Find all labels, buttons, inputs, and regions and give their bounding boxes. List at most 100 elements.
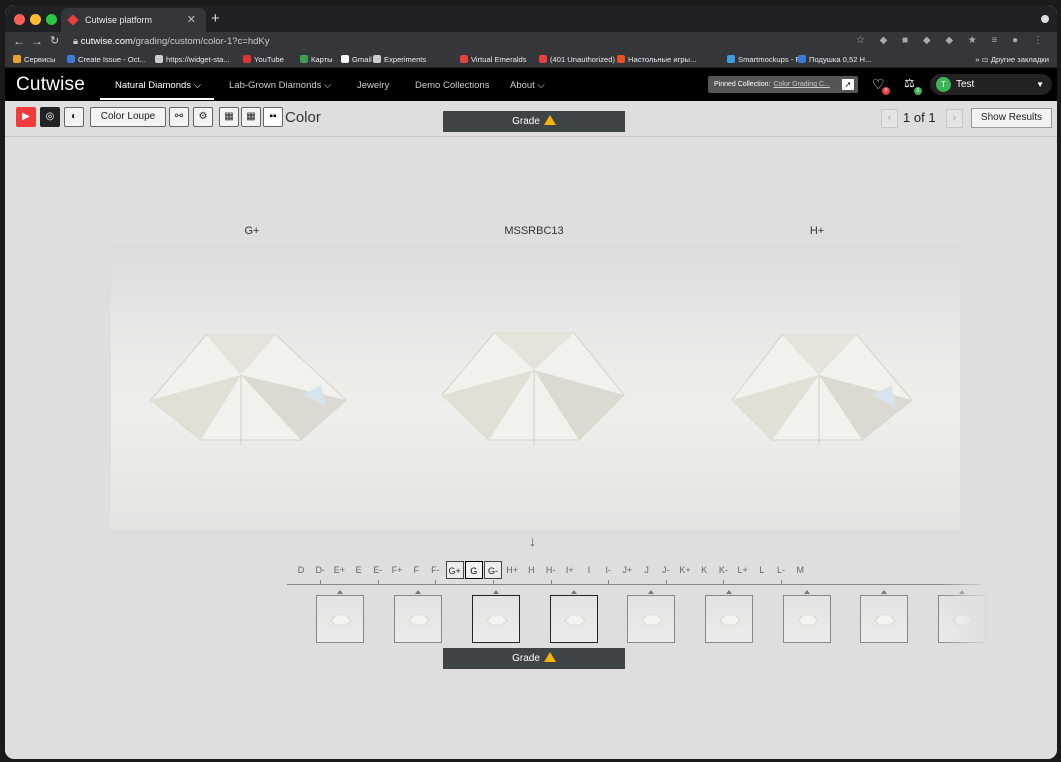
grade-option[interactable]: F	[407, 561, 425, 579]
nav-lab-grown-diamonds[interactable]: Lab-Grown Diamonds ⌵	[229, 80, 331, 91]
grade-option[interactable]: I-	[599, 561, 617, 579]
pin-icon[interactable]: ➚	[842, 79, 854, 90]
url-field[interactable]: 🔒︎ cutwise.com/grading/custom/color-1?c=…	[73, 36, 269, 47]
extension-icons[interactable]: ☆ ◆ ■ ◆ ◆ ★ ≡ ● ⋮	[856, 35, 1049, 46]
scale-fade	[940, 560, 990, 650]
grade-option[interactable]: F+	[388, 561, 406, 579]
grade-option[interactable]: F-	[426, 561, 444, 579]
bookmark-item[interactable]: Experiments	[373, 55, 426, 64]
reference-thumbnail[interactable]	[783, 595, 831, 643]
bookmark-item[interactable]: Gmail	[341, 55, 372, 64]
grade-option[interactable]: I	[580, 561, 598, 579]
grade-option[interactable]: J	[638, 561, 656, 579]
reference-thumbnail[interactable]	[472, 595, 520, 643]
nav-natural-diamonds[interactable]: Natural Diamonds ⌵	[115, 80, 201, 91]
bookmark-item[interactable]: (401 Unauthorized)	[539, 55, 615, 64]
grid-medium-button[interactable]: ▦	[241, 107, 261, 127]
grade-option[interactable]: J-	[657, 561, 675, 579]
thumbnail-marker	[571, 590, 577, 594]
user-menu[interactable]: T Test ▼	[930, 74, 1052, 95]
show-results-button[interactable]: Show Results	[971, 108, 1052, 128]
grid-small-button[interactable]: ▦	[219, 107, 239, 127]
grade-option[interactable]: K-	[714, 561, 732, 579]
bookmark-item[interactable]: YouTube	[243, 55, 284, 64]
profile-dot-icon[interactable]	[1041, 15, 1049, 23]
bookmark-item[interactable]: Virtual Emeralds	[460, 55, 527, 64]
grade-option[interactable]: H	[522, 561, 540, 579]
minimize-window-icon[interactable]	[30, 14, 41, 25]
grade-option[interactable]: D	[292, 561, 310, 579]
grade-option[interactable]: H-	[542, 561, 560, 579]
bookmark-item[interactable]: Подушка 0,52 H...	[798, 55, 871, 64]
grade-option[interactable]: G	[464, 561, 483, 579]
settings-button[interactable]: ⚙	[193, 107, 213, 127]
grade-option[interactable]: E	[350, 561, 368, 579]
grade-option[interactable]: D-	[311, 561, 329, 579]
back-icon[interactable]: ←	[13, 34, 25, 48]
thumbnail-marker	[493, 590, 499, 594]
view-mode-button[interactable]: ◎	[40, 107, 60, 127]
diamond-thumb-icon	[408, 614, 430, 626]
prev-page-button[interactable]: ‹	[881, 109, 898, 128]
link-button[interactable]: ⚯	[169, 107, 189, 127]
bookmark-favicon-icon	[155, 55, 163, 63]
maximize-window-icon[interactable]	[46, 14, 57, 25]
compare-scales-icon[interactable]: ⚖	[904, 76, 915, 90]
bookmark-item[interactable]: Smartmockups - F...	[727, 55, 806, 64]
diamond-photo-left[interactable]	[111, 245, 394, 530]
nav-jewelry[interactable]: Jewelry	[357, 80, 389, 91]
color-loupe-button[interactable]: Color Loupe	[90, 107, 166, 127]
pinned-collection[interactable]: Pinned Collection: Color Grading C... ➚	[708, 76, 858, 93]
stone-label-right: H+	[809, 225, 825, 237]
play-button[interactable]: ▶	[16, 107, 36, 127]
nav-about[interactable]: About ⌵	[510, 80, 545, 91]
grade-option[interactable]: K+	[676, 561, 694, 579]
grade-option[interactable]: E-	[369, 561, 387, 579]
diamond-photo-right[interactable]	[677, 245, 960, 530]
bookmark-item[interactable]: Карты	[300, 55, 333, 64]
diamond-photo-center[interactable]	[394, 245, 677, 530]
grid-large-button[interactable]: ▪▪	[263, 107, 283, 127]
forward-icon[interactable]: →	[31, 34, 43, 48]
url-path: /grading/custom/color-1?c=hdKy	[132, 36, 270, 47]
bookmark-item[interactable]: Сервисы	[13, 55, 55, 64]
other-bookmarks[interactable]: » ▭ Другие закладки	[975, 55, 1049, 64]
reload-icon[interactable]: ↻	[50, 34, 59, 47]
reference-thumbnail[interactable]	[316, 595, 364, 643]
new-tab-button[interactable]: +	[211, 10, 220, 27]
reference-thumbnail[interactable]	[627, 595, 675, 643]
grade-button-top[interactable]: Grade	[443, 111, 625, 132]
browser-tab[interactable]: Cutwise platform ✕	[61, 8, 206, 32]
grade-option[interactable]: L-	[772, 561, 790, 579]
contrast-button[interactable]: ◐	[64, 107, 84, 127]
cutwise-logo[interactable]: Cutwise	[16, 74, 85, 96]
next-page-button[interactable]: ›	[946, 109, 963, 128]
grade-option[interactable]: E+	[330, 561, 348, 579]
bookmark-item[interactable]: https://widget-sta...	[155, 55, 230, 64]
nav-demo-collections[interactable]: Demo Collections	[415, 80, 489, 91]
grade-option[interactable]: L+	[734, 561, 752, 579]
grade-option[interactable]: K	[695, 561, 713, 579]
grid-large-icon: ▪▪	[269, 111, 277, 122]
reference-thumbnail[interactable]	[550, 595, 598, 643]
grade-option[interactable]: L	[753, 561, 771, 579]
diamond-thumb-icon	[719, 614, 741, 626]
grade-option[interactable]: J+	[618, 561, 636, 579]
diamond-image	[731, 334, 913, 445]
reference-thumbnail[interactable]	[394, 595, 442, 643]
stone-label-left: G+	[244, 225, 260, 237]
reference-thumbnail[interactable]	[860, 595, 908, 643]
grade-option[interactable]: M	[791, 561, 809, 579]
grade-option[interactable]: G+	[445, 561, 464, 579]
grade-option[interactable]: G-	[484, 561, 502, 579]
bookmark-item[interactable]: Настольные игры...	[617, 55, 696, 64]
grade-button-bottom[interactable]: Grade	[443, 648, 625, 669]
grade-option[interactable]: I+	[561, 561, 579, 579]
close-window-icon[interactable]	[14, 14, 25, 25]
pinned-collection-link[interactable]: Color Grading C...	[773, 81, 829, 88]
reference-thumbnail[interactable]	[705, 595, 753, 643]
url-host: cutwise.com	[80, 36, 133, 47]
bookmark-item[interactable]: Create Issue - Oct...	[67, 55, 146, 64]
grade-option[interactable]: H+	[503, 561, 521, 579]
close-tab-icon[interactable]: ✕	[187, 8, 196, 32]
